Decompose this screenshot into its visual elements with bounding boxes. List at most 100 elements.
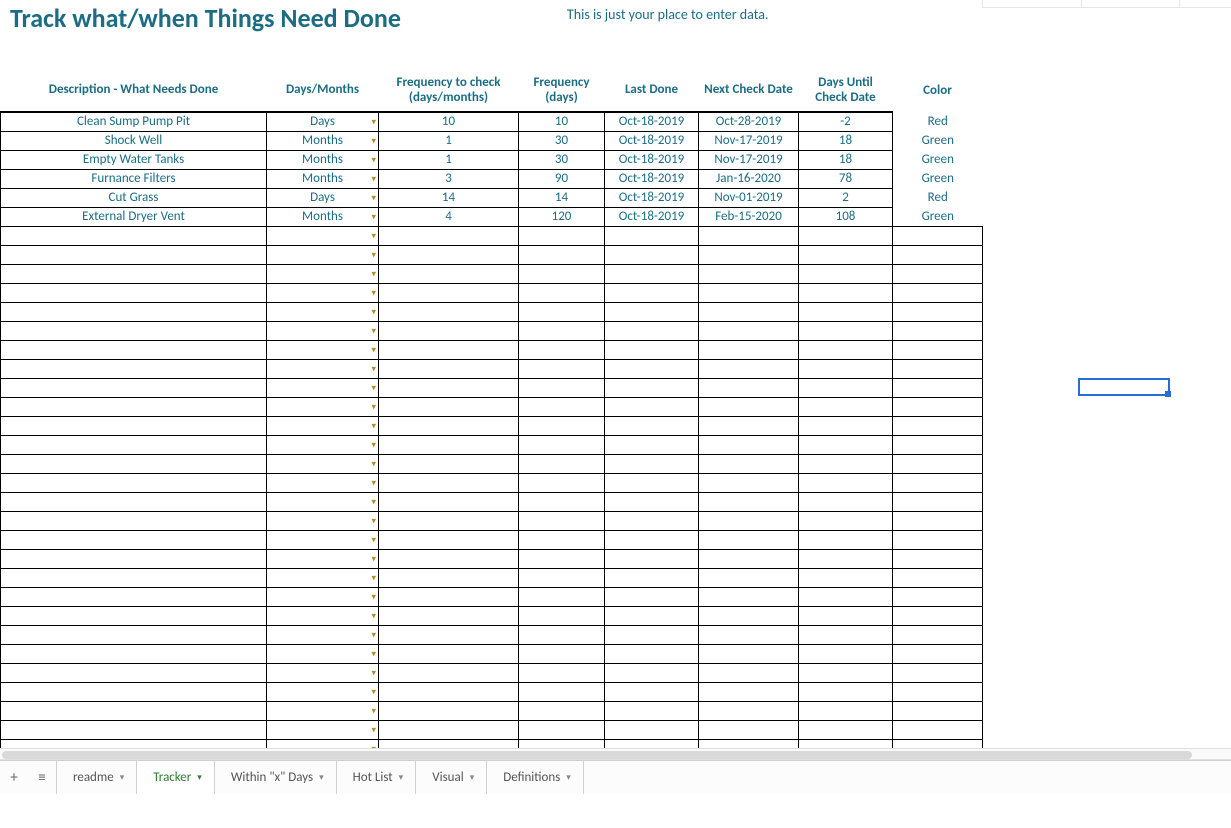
cell-description[interactable] [1, 226, 267, 245]
cell-freq-check[interactable] [379, 359, 519, 378]
cell-days-months[interactable]: Months▾ [267, 150, 379, 169]
cell-last-done[interactable] [605, 606, 699, 625]
cell-days-months[interactable]: ▾ [267, 473, 379, 492]
cell-days-months[interactable]: ▾ [267, 283, 379, 302]
cell-days-months[interactable]: Days▾ [267, 112, 379, 131]
all-sheets-menu-button[interactable]: ≡ [28, 769, 56, 787]
cell-days-months[interactable]: ▾ [267, 378, 379, 397]
cell-days-months[interactable]: ▾ [267, 397, 379, 416]
cell-days-months[interactable]: ▾ [267, 245, 379, 264]
cell-last-done[interactable] [605, 283, 699, 302]
cell-last-done[interactable] [605, 492, 699, 511]
cell-days-months[interactable]: ▾ [267, 549, 379, 568]
cell-last-done[interactable] [605, 245, 699, 264]
cell-description[interactable]: Empty Water Tanks [1, 150, 267, 169]
cell-freq-check[interactable] [379, 549, 519, 568]
cell-freq-check[interactable]: 1 [379, 150, 519, 169]
cell-description[interactable] [1, 435, 267, 454]
cell-freq-check[interactable] [379, 226, 519, 245]
cell-days-months[interactable]: ▾ [267, 454, 379, 473]
cell-days-months[interactable]: ▾ [267, 606, 379, 625]
cell-days-months[interactable]: ▾ [267, 530, 379, 549]
cell-days-months[interactable]: Days▾ [267, 188, 379, 207]
cell-description[interactable] [1, 720, 267, 739]
cell-days-months[interactable]: Months▾ [267, 131, 379, 150]
cell-freq-check[interactable] [379, 302, 519, 321]
cell-last-done[interactable] [605, 720, 699, 739]
cell-last-done[interactable] [605, 435, 699, 454]
horizontal-scrollbar[interactable] [0, 748, 1231, 760]
sheet-tab[interactable]: readme▾ [56, 761, 137, 795]
cell-description[interactable] [1, 321, 267, 340]
cell-days-months[interactable]: ▾ [267, 359, 379, 378]
sheet-tab[interactable]: Hot List▾ [337, 761, 417, 795]
cell-freq-check[interactable] [379, 397, 519, 416]
cell-last-done[interactable] [605, 397, 699, 416]
cell-description[interactable]: External Dryer Vent [1, 207, 267, 226]
cell-description[interactable] [1, 264, 267, 283]
cell-last-done[interactable] [605, 416, 699, 435]
cell-description[interactable] [1, 492, 267, 511]
sheet-tab[interactable]: Within "x" Days▾ [215, 761, 337, 795]
cell-description[interactable] [1, 644, 267, 663]
cell-last-done[interactable] [605, 226, 699, 245]
cell-last-done[interactable] [605, 378, 699, 397]
active-cell-selection[interactable] [1078, 378, 1170, 396]
cell-description[interactable] [1, 511, 267, 530]
cell-freq-check[interactable] [379, 473, 519, 492]
cell-last-done[interactable]: Oct-18-2019 [605, 112, 699, 131]
cell-description[interactable] [1, 302, 267, 321]
cell-last-done[interactable] [605, 359, 699, 378]
cell-days-months[interactable]: ▾ [267, 226, 379, 245]
sheet-tab[interactable]: Tracker▾ [137, 761, 215, 795]
cell-freq-check[interactable] [379, 321, 519, 340]
cell-description[interactable] [1, 625, 267, 644]
cell-freq-check[interactable] [379, 568, 519, 587]
cell-days-months[interactable]: ▾ [267, 720, 379, 739]
cell-description[interactable] [1, 245, 267, 264]
cell-last-done[interactable] [605, 644, 699, 663]
cell-description[interactable] [1, 283, 267, 302]
cell-description[interactable] [1, 549, 267, 568]
cell-last-done[interactable] [605, 511, 699, 530]
cell-last-done[interactable] [605, 264, 699, 283]
sheet-tab[interactable]: Definitions▾ [487, 761, 584, 795]
cell-freq-check[interactable] [379, 587, 519, 606]
cell-description[interactable] [1, 682, 267, 701]
cell-freq-check[interactable] [379, 530, 519, 549]
horizontal-scrollbar-thumb[interactable] [2, 751, 1192, 759]
cell-freq-check[interactable] [379, 245, 519, 264]
cell-description[interactable] [1, 606, 267, 625]
cell-description[interactable]: Shock Well [1, 131, 267, 150]
add-sheet-button[interactable]: + [0, 769, 28, 787]
cell-days-months[interactable]: ▾ [267, 682, 379, 701]
cell-freq-check[interactable] [379, 340, 519, 359]
cell-description[interactable] [1, 359, 267, 378]
cell-freq-check[interactable] [379, 663, 519, 682]
cell-last-done[interactable] [605, 321, 699, 340]
cell-last-done[interactable] [605, 302, 699, 321]
cell-days-months[interactable]: ▾ [267, 492, 379, 511]
cell-description[interactable] [1, 397, 267, 416]
cell-freq-check[interactable]: 10 [379, 112, 519, 131]
cell-description[interactable] [1, 530, 267, 549]
cell-freq-check[interactable] [379, 435, 519, 454]
cell-last-done[interactable]: Oct-18-2019 [605, 150, 699, 169]
cell-description[interactable] [1, 587, 267, 606]
cell-last-done[interactable] [605, 625, 699, 644]
cell-last-done[interactable] [605, 454, 699, 473]
cell-days-months[interactable]: ▾ [267, 701, 379, 720]
cell-description[interactable] [1, 568, 267, 587]
cell-freq-check[interactable] [379, 625, 519, 644]
cell-days-months[interactable]: ▾ [267, 568, 379, 587]
cell-last-done[interactable] [605, 549, 699, 568]
cell-days-months[interactable]: ▾ [267, 587, 379, 606]
cell-freq-check[interactable] [379, 264, 519, 283]
fill-handle[interactable] [1165, 391, 1171, 397]
cell-freq-check[interactable]: 14 [379, 188, 519, 207]
cell-freq-check[interactable]: 4 [379, 207, 519, 226]
cell-last-done[interactable]: Oct-18-2019 [605, 169, 699, 188]
cell-last-done[interactable] [605, 682, 699, 701]
cell-description[interactable] [1, 416, 267, 435]
cell-days-months[interactable]: ▾ [267, 302, 379, 321]
